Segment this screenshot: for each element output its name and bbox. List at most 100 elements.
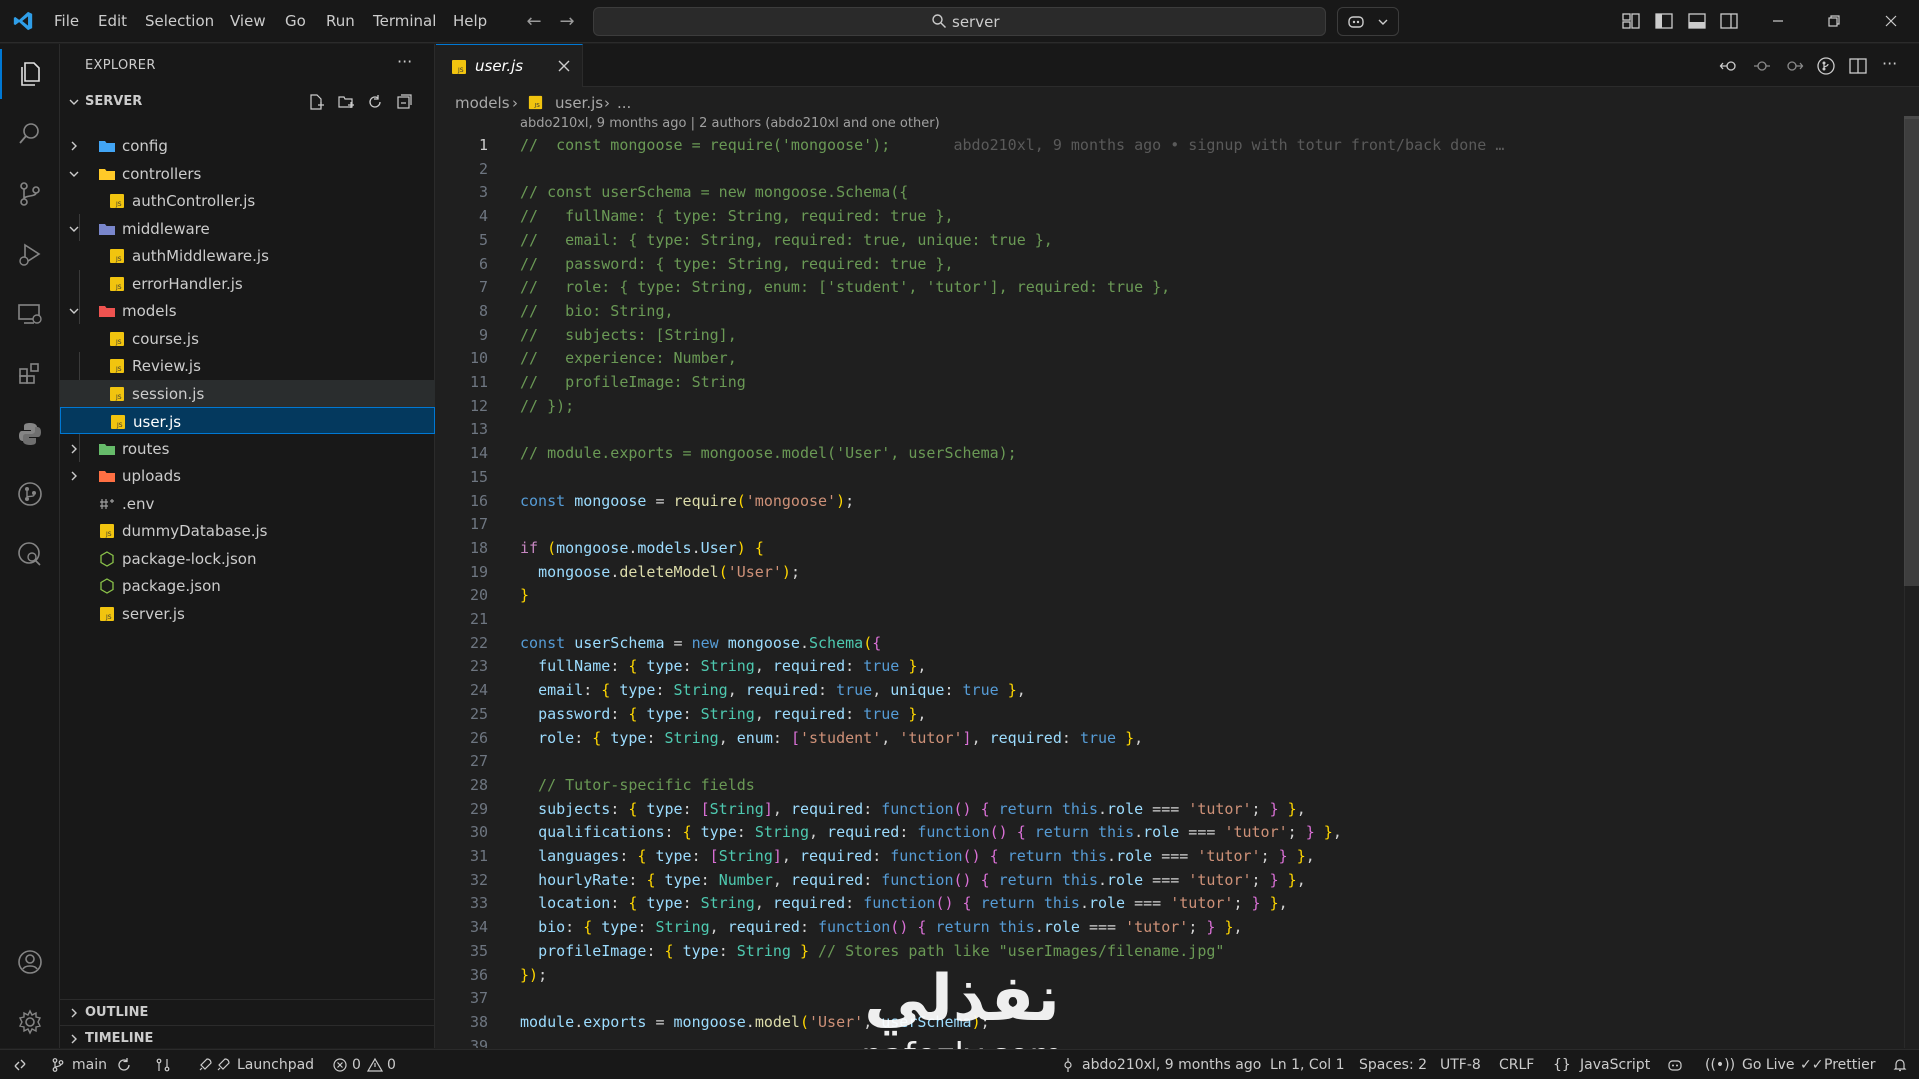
cursor-position[interactable]: Ln 1, Col 1 (1270, 1056, 1345, 1074)
gitlens-inspect-activity[interactable] (0, 529, 60, 579)
run-debug-activity[interactable] (0, 229, 60, 279)
tree-file-authcontroller-js[interactable]: JS authController.js (60, 187, 435, 214)
code-editor[interactable]: abdo210xl, 9 months ago | 2 authors (abd… (436, 116, 1919, 1048)
branch-name[interactable]: main (72, 1056, 107, 1074)
outline-pane-header[interactable]: OUTLINE (60, 999, 435, 1025)
code-line[interactable]: email: { type: String, required: true, u… (520, 679, 1026, 703)
end-of-line[interactable]: CRLF (1499, 1056, 1534, 1074)
git-graph-activity[interactable] (0, 469, 60, 519)
menu-terminal[interactable]: Terminal (373, 13, 436, 33)
code-line[interactable]: mongoose.deleteModel('User'); (520, 561, 800, 585)
search-activity[interactable] (0, 109, 60, 159)
code-line[interactable]: // Tutor-specific fields (520, 774, 755, 798)
bell-icon[interactable] (1892, 1057, 1908, 1073)
launchpad-label[interactable]: Launchpad (237, 1056, 314, 1074)
tree-folder-config[interactable]: config (60, 132, 435, 159)
menu-view[interactable]: View (230, 13, 266, 33)
remote-explorer-activity[interactable] (0, 289, 60, 339)
extensions-activity[interactable] (0, 349, 60, 399)
code-line[interactable]: } (520, 584, 529, 608)
copilot-button[interactable] (1337, 7, 1399, 36)
code-line[interactable]: // const mongoose = require('mongoose');… (520, 134, 1504, 158)
go-live-button[interactable]: Go Live (1742, 1056, 1794, 1074)
language-mode[interactable]: JavaScript (1580, 1056, 1650, 1074)
warning-count[interactable]: 0 (387, 1056, 396, 1074)
code-line[interactable]: // }); (520, 395, 574, 419)
source-control-activity[interactable] (0, 169, 60, 219)
breadcrumb-symbol[interactable]: ... (617, 94, 631, 112)
indentation[interactable]: Spaces: 2 (1359, 1056, 1427, 1074)
close-window-icon[interactable] (1880, 10, 1902, 32)
code-line[interactable]: fullName: { type: String, required: true… (520, 655, 926, 679)
code-line[interactable]: // role: { type: String, enum: ['student… (520, 276, 1170, 300)
more-actions-icon[interactable]: ··· (1882, 54, 1902, 74)
new-folder-icon[interactable] (337, 93, 355, 111)
code-line[interactable]: // module.exports = mongoose.model('User… (520, 442, 1017, 466)
tree-folder-controllers[interactable]: controllers (60, 160, 435, 187)
command-center-search[interactable]: server (593, 7, 1326, 36)
menu-help[interactable]: Help (453, 13, 487, 33)
forward-arrow-icon[interactable]: → (556, 11, 578, 32)
tree-file-dummydatabase-js[interactable]: JS dummyDatabase.js (60, 517, 435, 544)
error-icon[interactable] (332, 1057, 348, 1073)
code-line[interactable]: languages: { type: [String], required: f… (520, 845, 1315, 869)
python-activity[interactable] (0, 409, 60, 459)
manage-activity[interactable] (0, 997, 60, 1047)
code-line[interactable]: if (mongoose.models.User) { (520, 537, 764, 561)
open-changes-icon[interactable] (1719, 56, 1739, 76)
menu-file[interactable]: File (54, 13, 79, 33)
code-line[interactable]: subjects: { type: [String], required: fu… (520, 798, 1306, 822)
git-compare-icon[interactable] (155, 1057, 171, 1073)
toggle-panel-icon[interactable] (1687, 11, 1707, 31)
code-line[interactable]: location: { type: String, required: func… (520, 892, 1288, 916)
code-line[interactable]: // subjects: [String], (520, 324, 737, 348)
tree-file-server-js[interactable]: JS server.js (60, 600, 435, 627)
menu-edit[interactable]: Edit (98, 13, 127, 33)
tree-file-session-js[interactable]: JS session.js (60, 379, 435, 407)
tree-file-authmiddleware-js[interactable]: JS authMiddleware.js (60, 242, 435, 269)
tree-folder-routes[interactable]: routes (60, 435, 435, 462)
tree-file-course-js[interactable]: JS course.js (60, 325, 435, 352)
explorer-activity[interactable] (0, 49, 60, 99)
codelens-blame[interactable]: abdo210xl, 9 months ago | 2 authors (abd… (520, 116, 940, 131)
code-line[interactable]: qualifications: { type: String, required… (520, 821, 1342, 845)
tree-folder-uploads[interactable]: uploads (60, 462, 435, 489)
menu-run[interactable]: Run (326, 13, 355, 33)
code-line[interactable]: }); (520, 964, 547, 988)
tree-file-errorhandler-js[interactable]: JS errorHandler.js (60, 270, 435, 297)
accounts-activity[interactable] (0, 937, 60, 987)
error-count[interactable]: 0 (352, 1056, 361, 1074)
code-line[interactable]: const mongoose = require('mongoose'); (520, 490, 854, 514)
code-line[interactable]: // const userSchema = new mongoose.Schem… (520, 181, 908, 205)
next-revision-icon[interactable] (1784, 56, 1804, 76)
toggle-primary-sidebar-icon[interactable] (1654, 11, 1674, 31)
workspace-section-header[interactable]: SERVER (60, 90, 435, 114)
code-line[interactable]: // experience: Number, (520, 347, 737, 371)
split-editor-icon[interactable] (1848, 56, 1868, 76)
code-line[interactable]: role: { type: String, enum: ['student', … (520, 727, 1143, 751)
warning-icon[interactable] (367, 1057, 383, 1073)
refresh-icon[interactable] (366, 93, 384, 111)
scrollbar-thumb[interactable] (1904, 116, 1919, 586)
sync-icon[interactable] (116, 1057, 132, 1073)
collapse-all-icon[interactable] (395, 93, 413, 111)
line-blame[interactable]: abdo210xl, 9 months ago (1082, 1056, 1261, 1074)
tree-file-env[interactable]: .env (60, 490, 435, 517)
code-line[interactable]: // bio: String, (520, 300, 674, 324)
code-line[interactable]: bio: { type: String, required: function(… (520, 916, 1242, 940)
toggle-secondary-sidebar-icon[interactable] (1719, 11, 1739, 31)
code-line[interactable]: hourlyRate: { type: Number, required: fu… (520, 869, 1306, 893)
close-icon[interactable] (555, 57, 573, 75)
tree-file-package-lock-json[interactable]: package-lock.json (60, 545, 435, 572)
menu-go[interactable]: Go (285, 13, 306, 33)
code-line[interactable]: // password: { type: String, required: t… (520, 253, 953, 277)
more-actions-icon[interactable]: ··· (397, 52, 412, 71)
menu-selection[interactable]: Selection (145, 13, 214, 33)
breadcrumb-user-js[interactable]: user.js (555, 94, 603, 112)
tree-file-user-js[interactable]: JS user.js (60, 407, 435, 434)
encoding[interactable]: UTF-8 (1440, 1056, 1481, 1074)
code-line[interactable]: // profileImage: String (520, 371, 746, 395)
prettier-status[interactable]: Prettier (1824, 1056, 1876, 1074)
minimize-icon[interactable] (1767, 10, 1789, 32)
breadcrumb-models[interactable]: models (455, 94, 510, 112)
